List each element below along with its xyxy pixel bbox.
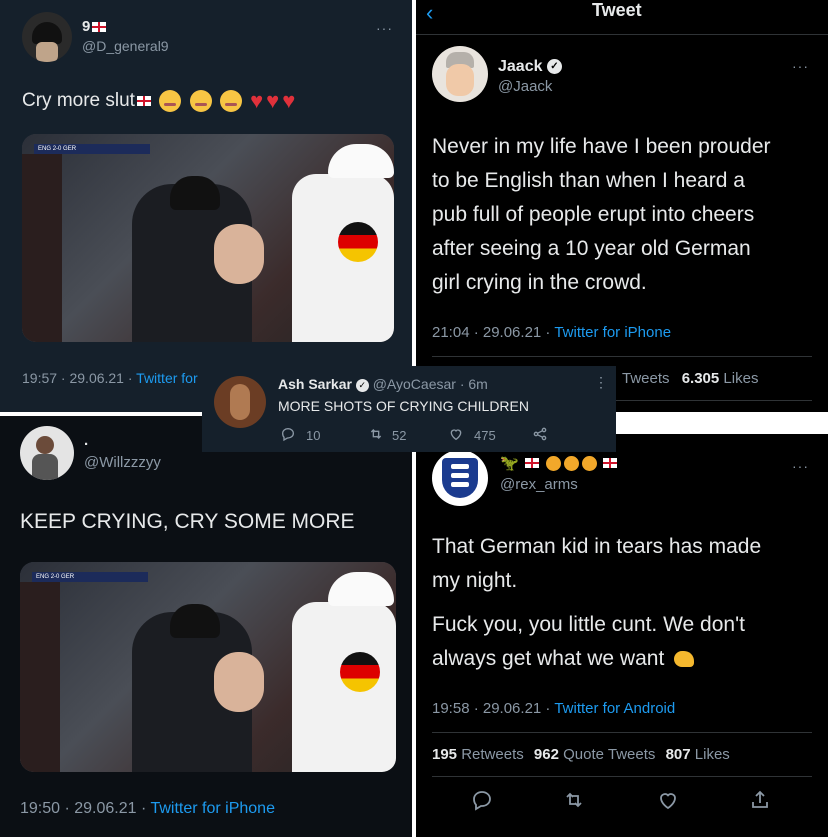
tweet-line: after seeing a 10 year old German xyxy=(432,237,751,260)
overlay-tweet: Ash Sarkar ✓ @AyoCaesar · 6m ⋮ MORE SHOT… xyxy=(202,366,616,452)
woozy-face-icon xyxy=(159,90,182,112)
heart-icon: ♥ xyxy=(282,88,296,113)
reply-icon[interactable] xyxy=(280,426,296,442)
more-options-icon[interactable]: ··· xyxy=(376,20,393,36)
author-handle[interactable]: @D_general9 xyxy=(82,38,169,54)
tweet-text: Cry more slut ♥ ♥ ♥ xyxy=(22,88,296,113)
back-arrow-icon[interactable]: ‹ xyxy=(426,0,433,26)
share-icon[interactable] xyxy=(748,788,772,812)
lion-icon xyxy=(582,455,598,471)
england-flag-icon xyxy=(603,458,618,469)
tweet-panel-d-general9: 9 @D_general9 ··· Cry more slut ♥ ♥ ♥ ENG … xyxy=(0,0,412,412)
tweet-text: Never in my life have I been prouder to … xyxy=(432,130,771,300)
author-handle[interactable]: @rex_arms xyxy=(500,476,578,493)
tweet-source-link[interactable]: Twitter for iPhone xyxy=(150,800,275,817)
tweet-panel-willzzzyy: . @Willzzzyy KEEP CRYING, CRY SOME MORE … xyxy=(0,416,412,837)
tweet-line: to be English than when I heard a xyxy=(432,169,745,192)
author-name[interactable]: Ash Sarkar xyxy=(278,376,352,392)
germany-badge xyxy=(340,652,380,692)
likes-label[interactable]: Likes xyxy=(723,370,758,387)
crowd-photo[interactable]: ENG 2-0 GER xyxy=(22,134,394,342)
likes-count[interactable]: 807 xyxy=(666,746,691,763)
author-line: Ash Sarkar ✓ @AyoCaesar · 6m xyxy=(278,376,488,392)
verified-badge-icon: ✓ xyxy=(355,378,369,392)
divider xyxy=(432,776,812,777)
more-options-icon[interactable]: ··· xyxy=(792,458,809,474)
tweet-meta: 21:04 · 29.06.21 · Twitter for iPhone xyxy=(432,324,672,341)
like-icon[interactable] xyxy=(448,426,464,442)
quote-tweets-label[interactable]: Quote Tweets xyxy=(563,746,655,763)
header-title: Tweet xyxy=(592,0,642,20)
tweet-line: Fuck you, you little cunt. We don't xyxy=(432,613,745,636)
germany-badge xyxy=(338,222,378,262)
author-name[interactable]: 🦖 xyxy=(500,454,618,473)
tweet-panel-rex-arms: 🦖 @rex_arms ··· That German kid in tears… xyxy=(416,434,828,837)
retweets-count[interactable]: 195 xyxy=(432,746,457,763)
tweet-line: That German kid in tears has made xyxy=(432,535,762,558)
engagement-stats: 195 Retweets 962 Quote Tweets 807 Likes xyxy=(432,746,730,763)
author-handle[interactable]: @Willzzzyy xyxy=(84,454,161,471)
retweet-icon[interactable] xyxy=(368,426,384,442)
tweet-line: girl crying in the crowd. xyxy=(432,271,647,294)
tweet-line: pub full of people erupt into cheers xyxy=(432,203,755,226)
reply-icon[interactable] xyxy=(470,788,494,812)
tweet-meta: 19:50 · 29.06.21 · Twitter for iPhone xyxy=(20,800,275,817)
flexed-biceps-icon xyxy=(674,651,695,668)
tweet-source-link[interactable]: Twitter for xyxy=(136,370,197,386)
avatar[interactable] xyxy=(22,12,72,62)
woozy-face-icon xyxy=(219,90,242,112)
england-flag-icon xyxy=(92,22,107,33)
like-count: 475 xyxy=(474,428,496,443)
tweet-line: Never in my life have I been prouder xyxy=(432,135,771,158)
scoreboard: ENG 2-0 GER xyxy=(34,144,150,154)
author-handle[interactable]: @Jaack xyxy=(498,78,552,95)
retweets-label[interactable]: Retweets xyxy=(461,746,524,763)
likes-label[interactable]: Likes xyxy=(695,746,730,763)
tweet-panel-jaack: ‹ Tweet Jaack ✓ @Jaack ··· Never in my l… xyxy=(416,0,828,412)
divider xyxy=(416,34,828,35)
woozy-face-icon xyxy=(189,90,212,112)
tweet-source-link[interactable]: Twitter for Android xyxy=(554,700,675,717)
verified-badge-icon: ✓ xyxy=(546,59,562,75)
tweet-source-link[interactable]: Twitter for iPhone xyxy=(554,324,671,341)
avatar[interactable] xyxy=(432,450,488,506)
retweet-count: 52 xyxy=(392,428,407,443)
tweet-text: KEEP CRYING, CRY SOME MORE xyxy=(20,510,355,533)
avatar[interactable] xyxy=(20,426,74,480)
scoreboard: ENG 2-0 GER xyxy=(32,572,148,582)
divider xyxy=(432,732,812,733)
tweet-text: MORE SHOTS OF CRYING CHILDREN xyxy=(278,398,529,414)
share-icon[interactable] xyxy=(532,426,548,442)
divider xyxy=(432,356,812,357)
more-options-icon[interactable]: ··· xyxy=(792,58,809,74)
england-flag-icon xyxy=(136,96,151,106)
engagement-stats: Tweets 6.305 Likes xyxy=(622,370,758,387)
three-lions-crest-icon xyxy=(442,458,478,498)
tweet-meta: 19:57 · 29.06.21 · Twitter for xyxy=(22,370,198,386)
retweet-icon[interactable] xyxy=(562,788,586,812)
author-name[interactable]: 9 xyxy=(82,18,107,35)
like-icon[interactable] xyxy=(656,788,680,812)
heart-icon: ♥ xyxy=(250,88,264,113)
reply-count: 10 xyxy=(306,428,321,443)
tweet-meta: 19:58 · 29.06.21 · Twitter for Android xyxy=(432,700,676,717)
quote-tweets-count[interactable]: 962 xyxy=(534,746,559,763)
tweet-line: my night. xyxy=(432,569,518,592)
crowd-photo[interactable]: ENG 2-0 GER xyxy=(20,562,396,772)
author-name[interactable]: . xyxy=(84,432,88,449)
more-options-icon[interactable]: ⋮ xyxy=(594,374,608,391)
author-handle[interactable]: @AyoCaesar · 6m xyxy=(373,376,488,392)
lion-icon xyxy=(564,455,580,471)
avatar[interactable] xyxy=(214,376,266,428)
avatar[interactable] xyxy=(432,46,488,102)
likes-count[interactable]: 6.305 xyxy=(682,370,720,387)
dinosaur-icon: 🦖 xyxy=(500,455,519,473)
tweet-text: That German kid in tears has made my nig… xyxy=(432,530,761,676)
heart-icon: ♥ xyxy=(266,88,280,113)
quote-tweets-label[interactable]: Tweets xyxy=(622,370,670,387)
author-name[interactable]: Jaack ✓ xyxy=(498,58,562,76)
lion-icon xyxy=(546,455,562,471)
england-flag-icon xyxy=(524,458,539,469)
tweet-line: always get what we want xyxy=(432,642,761,676)
